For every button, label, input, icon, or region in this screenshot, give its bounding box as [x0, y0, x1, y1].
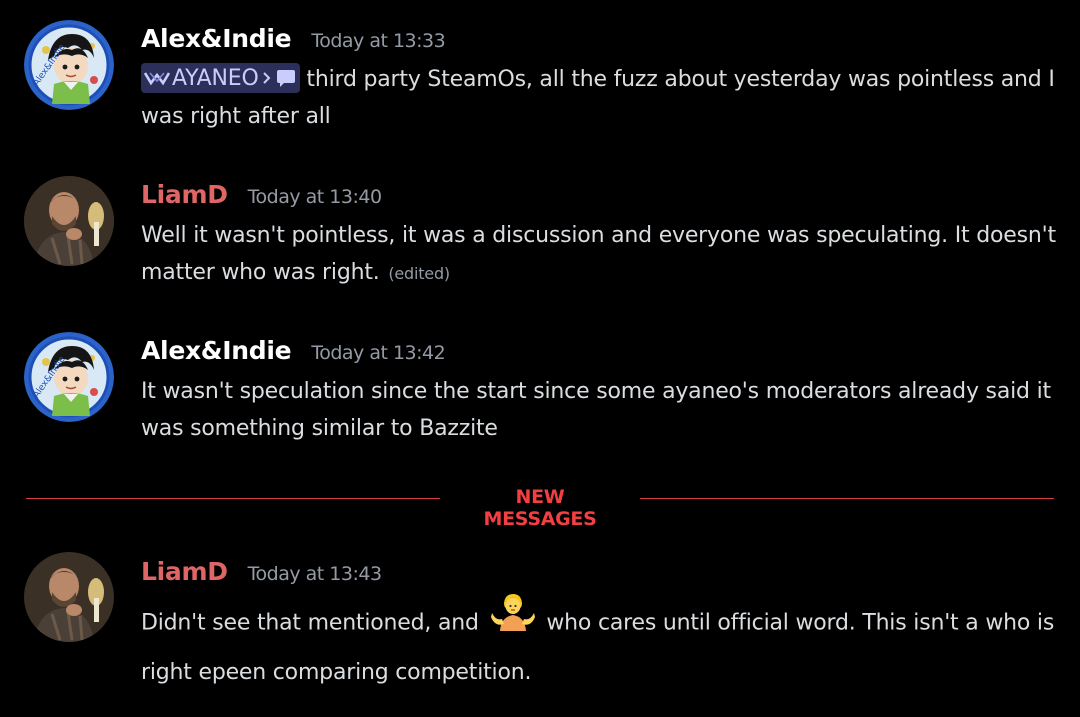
avatar-photo-icon	[24, 552, 114, 642]
timestamp[interactable]: Today at 13:43	[248, 563, 382, 585]
message-header: LiamD Today at 13:40	[141, 180, 382, 216]
message-header: Alex&Indie Today at 13:33	[141, 24, 446, 60]
new-messages-label: NEW MESSAGES	[483, 486, 597, 530]
avatar[interactable]: Alex&Indie	[24, 332, 114, 422]
timestamp[interactable]: Today at 13:40	[248, 186, 382, 208]
channel-mention-server: AYANEO	[172, 65, 259, 91]
chat-bubble-icon	[275, 67, 297, 89]
divider-line	[26, 498, 440, 499]
message-text: It wasn't speculation since the start si…	[141, 379, 1051, 441]
person-shrugging-emoji-icon[interactable]	[490, 591, 536, 646]
username[interactable]: LiamD	[141, 557, 228, 586]
username[interactable]: LiamD	[141, 180, 228, 209]
edited-label[interactable]: (edited)	[388, 264, 450, 283]
channel-mention[interactable]: AYANEO	[141, 63, 300, 93]
username[interactable]: Alex&Indie	[141, 24, 292, 53]
avatar[interactable]	[24, 176, 114, 266]
message-header: LiamD Today at 13:43	[141, 557, 382, 593]
avatar[interactable]	[24, 552, 114, 642]
message-content: AYANEO third party SteamOs, all the fuzz…	[141, 61, 1056, 135]
username[interactable]: Alex&Indie	[141, 336, 292, 365]
avatar-anime-icon: Alex&Indie	[24, 20, 114, 110]
timestamp[interactable]: Today at 13:42	[311, 342, 445, 364]
message-text: Didn't see that mentioned, and	[141, 610, 479, 636]
new-messages-divider: NEW MESSAGES	[26, 486, 1054, 530]
message-content: Well it wasn't pointless, it was a discu…	[141, 217, 1056, 292]
avatar-photo-icon	[24, 176, 114, 266]
message-header: Alex&Indie Today at 13:42	[141, 336, 446, 372]
avatar-anime-icon: Alex&Indie	[24, 332, 114, 422]
chevron-right-icon	[262, 71, 271, 85]
message-content: Didn't see that mentioned, and who cares…	[141, 594, 1056, 694]
message-text: Well it wasn't pointless, it was a discu…	[141, 223, 1056, 285]
divider-line	[640, 498, 1054, 499]
timestamp[interactable]: Today at 13:33	[311, 30, 445, 52]
message-content: It wasn't speculation since the start si…	[141, 373, 1056, 447]
avatar[interactable]: Alex&Indie	[24, 20, 114, 110]
ayaneo-logo-icon	[144, 70, 170, 86]
